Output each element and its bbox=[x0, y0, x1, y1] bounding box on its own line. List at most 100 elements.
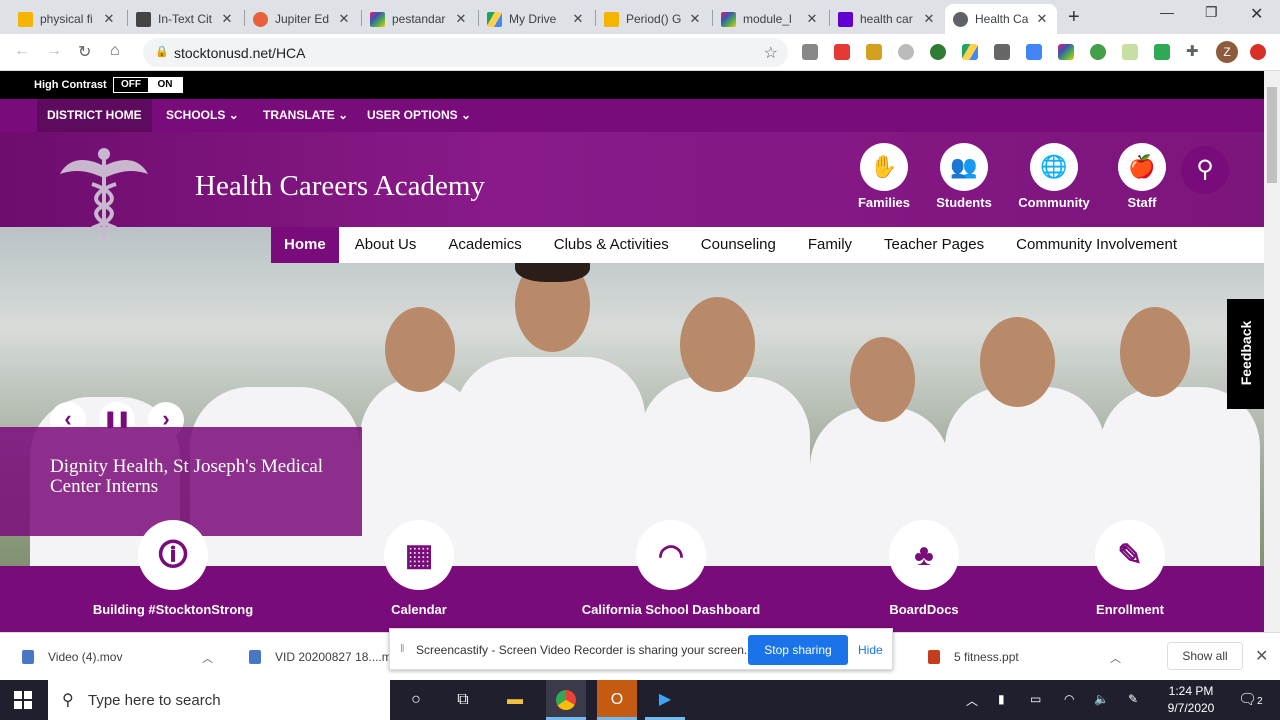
google-drive-icon[interactable] bbox=[962, 44, 978, 60]
chrome-icon[interactable] bbox=[546, 680, 586, 720]
chevron-up-icon[interactable]: ︿ bbox=[202, 650, 213, 666]
update-icon[interactable] bbox=[1250, 44, 1266, 60]
window-close-icon[interactable]: ✕ bbox=[1250, 4, 1263, 24]
close-icon[interactable]: ✕ bbox=[102, 11, 116, 27]
download-item[interactable]: VID 20200827 18....m bbox=[249, 643, 392, 671]
microphone-icon[interactable]: ▮ bbox=[998, 692, 1005, 706]
toggle-on[interactable]: ON bbox=[148, 78, 182, 92]
help-extension-icon[interactable] bbox=[898, 44, 914, 60]
reload-icon[interactable]: ↻ bbox=[78, 42, 91, 62]
stop-sharing-button[interactable]: Stop sharing bbox=[748, 635, 848, 665]
close-icon[interactable]: ✕ bbox=[922, 11, 936, 27]
extension-icon[interactable] bbox=[1122, 44, 1138, 60]
nav-family[interactable]: Family bbox=[792, 227, 868, 263]
staff-link[interactable]: 🍎 Staff bbox=[1102, 143, 1182, 210]
close-icon[interactable]: ✕ bbox=[688, 11, 702, 27]
download-item[interactable]: 5 fitness.ppt bbox=[928, 643, 1019, 671]
browser-tab[interactable]: module_l ✕ bbox=[713, 4, 827, 34]
file-explorer-icon[interactable]: ▬ bbox=[495, 680, 535, 720]
nav-clubs-activities[interactable]: Clubs & Activities bbox=[538, 227, 685, 263]
browser-tab-active[interactable]: Health Ca ✕ bbox=[945, 4, 1057, 34]
translate-menu[interactable]: TRANSLATE ⌄ bbox=[253, 99, 358, 132]
stockton-strong-link[interactable]: 🛈 Building #StocktonStrong bbox=[73, 520, 273, 617]
close-icon[interactable]: ✕ bbox=[220, 11, 234, 27]
task-view-icon[interactable]: ⧉ bbox=[443, 680, 483, 720]
lock-icon[interactable]: 🔒 bbox=[155, 45, 169, 58]
battery-icon[interactable]: ▭ bbox=[1030, 692, 1041, 706]
close-icon[interactable]: ✕ bbox=[454, 11, 468, 27]
extension-icon[interactable] bbox=[930, 44, 946, 60]
extension-icon[interactable] bbox=[1090, 44, 1106, 60]
extension-icon[interactable] bbox=[1058, 44, 1074, 60]
close-icon[interactable]: ✕ bbox=[1035, 11, 1049, 27]
download-item[interactable]: Video (4).mov bbox=[22, 643, 122, 671]
scrollbar-thumb[interactable] bbox=[1267, 87, 1277, 183]
minimize-icon[interactable]: — bbox=[1160, 4, 1174, 20]
taskbar-search-box[interactable]: ⚲ Type here to search bbox=[48, 680, 390, 720]
chevron-up-icon[interactable]: ︿ bbox=[1110, 650, 1121, 666]
notification-icon[interactable]: 🗨2 bbox=[1238, 690, 1263, 708]
schools-menu[interactable]: SCHOOLS ⌄ bbox=[156, 99, 249, 132]
nav-home[interactable]: Home bbox=[271, 227, 339, 263]
extension-icon[interactable] bbox=[802, 44, 818, 60]
show-all-button[interactable]: Show all bbox=[1167, 642, 1243, 670]
toggle-off[interactable]: OFF bbox=[114, 78, 148, 92]
wifi-icon[interactable]: ◠ bbox=[1064, 692, 1074, 706]
hide-button[interactable]: Hide bbox=[858, 643, 883, 657]
school-dashboard-link[interactable]: ◠ California School Dashboard bbox=[571, 520, 771, 617]
extension-icon[interactable] bbox=[1154, 44, 1170, 60]
high-contrast-toggle[interactable]: OFF ON bbox=[113, 77, 183, 93]
puzzle-icon[interactable]: ✚ bbox=[1186, 42, 1202, 60]
home-icon[interactable]: ⌂ bbox=[110, 42, 120, 60]
community-link[interactable]: 🌐 Community bbox=[1014, 143, 1094, 210]
nav-counseling[interactable]: Counseling bbox=[685, 227, 792, 263]
browser-tab[interactable]: physical fi ✕ bbox=[10, 4, 124, 34]
pen-icon[interactable]: ✎ bbox=[1128, 692, 1138, 706]
translate-icon[interactable] bbox=[1026, 44, 1042, 60]
extension-icon[interactable] bbox=[834, 44, 850, 60]
url-text[interactable]: stocktonusd.net/HCA bbox=[174, 45, 306, 61]
nav-community-involvement[interactable]: Community Involvement bbox=[1000, 227, 1193, 263]
search-icon[interactable]: ⚲ bbox=[1181, 146, 1229, 194]
browser-tab[interactable]: Jupiter Ed ✕ bbox=[245, 4, 359, 34]
close-icon[interactable]: ✕ bbox=[1255, 646, 1268, 666]
volume-icon[interactable]: 🔈 bbox=[1094, 692, 1109, 706]
omnibox[interactable]: 🔒 stocktonusd.net/HCA ☆ bbox=[143, 38, 788, 67]
enrollment-link[interactable]: ✎ Enrollment bbox=[1030, 520, 1230, 617]
page-scrollbar[interactable] bbox=[1264, 71, 1280, 632]
browser-tab[interactable]: pestandar ✕ bbox=[362, 4, 476, 34]
bookmark-star-icon[interactable]: ☆ bbox=[764, 43, 778, 63]
district-home-link[interactable]: DISTRICT HOME bbox=[37, 99, 152, 132]
media-player-icon[interactable]: ▶ bbox=[645, 680, 685, 720]
close-icon[interactable]: ✕ bbox=[805, 11, 819, 27]
feedback-tab[interactable]: Feedback bbox=[1227, 299, 1264, 409]
windows-start-icon[interactable] bbox=[14, 691, 32, 709]
outlook-icon[interactable]: O bbox=[597, 680, 637, 720]
school-name[interactable]: Health Careers Academy bbox=[195, 170, 485, 203]
restore-icon[interactable]: ❐ bbox=[1205, 4, 1218, 21]
nav-teacher-pages[interactable]: Teacher Pages bbox=[868, 227, 1000, 263]
forward-icon[interactable]: → bbox=[46, 42, 62, 60]
boarddocs-link[interactable]: ♣ BoardDocs bbox=[824, 520, 1024, 617]
new-tab-button[interactable]: + bbox=[1068, 6, 1080, 29]
drag-handle-icon[interactable]: ‖ bbox=[400, 643, 405, 655]
system-clock[interactable]: 1:24 PM 9/7/2020 bbox=[1160, 683, 1222, 717]
nav-academics[interactable]: Academics bbox=[432, 227, 537, 263]
students-link[interactable]: 👥 Students bbox=[924, 143, 1004, 210]
calendar-link[interactable]: ▦ Calendar bbox=[319, 520, 519, 617]
close-icon[interactable]: ✕ bbox=[571, 11, 585, 27]
back-icon[interactable]: ← bbox=[14, 42, 30, 60]
cortana-icon[interactable]: ○ bbox=[396, 680, 436, 720]
extension-icon[interactable] bbox=[866, 44, 882, 60]
browser-tab[interactable]: health car ✕ bbox=[830, 4, 944, 34]
camera-icon[interactable] bbox=[994, 44, 1010, 60]
browser-tab[interactable]: My Drive ✕ bbox=[479, 4, 593, 34]
chevron-up-icon[interactable]: ︿ bbox=[966, 692, 978, 709]
close-icon[interactable]: ✕ bbox=[337, 11, 351, 27]
families-link[interactable]: ✋ Families bbox=[844, 143, 924, 210]
browser-tab[interactable]: In-Text Cit ✕ bbox=[128, 4, 242, 34]
profile-avatar[interactable]: Z bbox=[1216, 41, 1238, 63]
user-options-menu[interactable]: USER OPTIONS ⌄ bbox=[357, 99, 481, 132]
browser-tab[interactable]: Period() G ✕ bbox=[596, 4, 710, 34]
nav-about-us[interactable]: About Us bbox=[339, 227, 433, 263]
